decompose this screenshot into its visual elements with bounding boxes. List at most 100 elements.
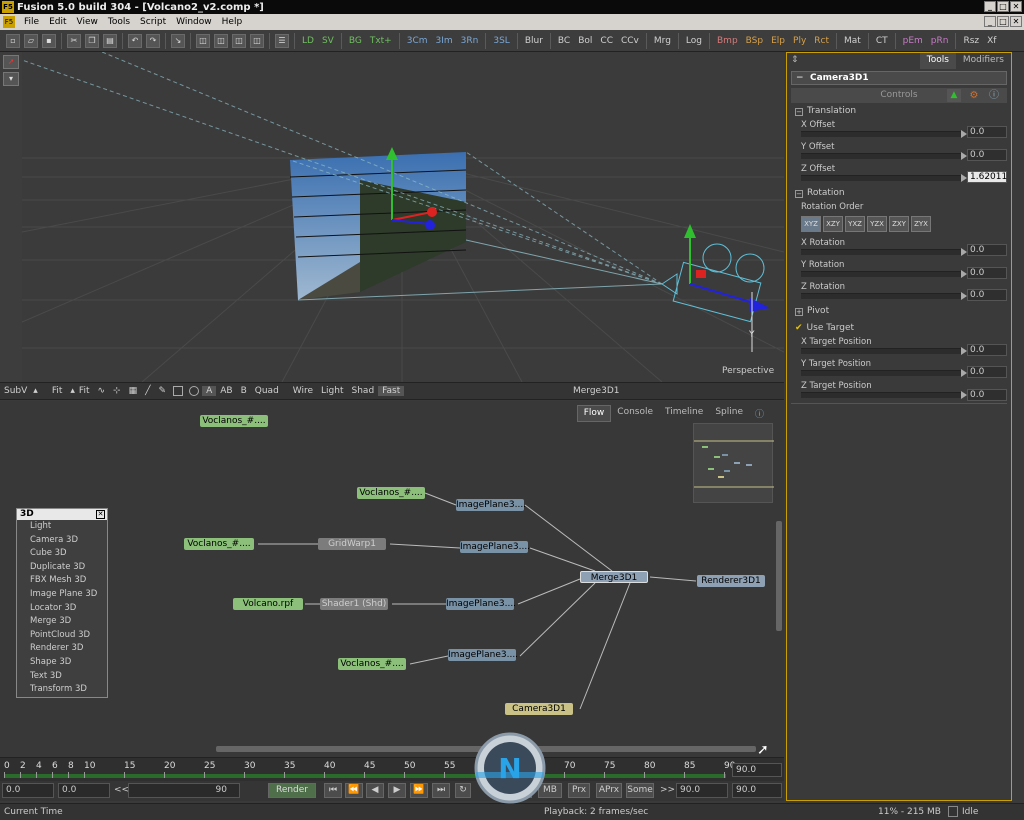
render-start-field[interactable]: 0.0	[58, 783, 110, 798]
menu-3d-item-duplicate[interactable]: Duplicate 3D	[17, 561, 107, 575]
menu-3d-item-imageplane[interactable]: Image Plane 3D	[17, 588, 107, 602]
tool-3cm[interactable]: 3Cm	[404, 36, 431, 46]
select-tool-icon[interactable]: ➚	[3, 55, 19, 69]
tab-modifiers[interactable]: Modifiers	[956, 53, 1011, 69]
doc-close-button[interactable]: ✕	[1010, 16, 1022, 27]
tab-tools[interactable]: Tools	[919, 53, 956, 69]
some-button[interactable]: Some	[626, 783, 654, 798]
menu-tools[interactable]: Tools	[103, 17, 135, 27]
maximize-button[interactable]: □	[997, 1, 1009, 12]
rotation-order-yxz[interactable]: YXZ	[845, 216, 865, 232]
loader-node-1[interactable]: Voclanos_#....	[200, 415, 268, 427]
menu-3d-item-camera[interactable]: Camera 3D	[17, 534, 107, 548]
copy-icon[interactable]: ❐	[85, 33, 99, 48]
menu-3d-item-text[interactable]: Text 3D	[17, 670, 107, 684]
buffer-ab-button[interactable]: AB	[216, 386, 236, 396]
imageplane-node-4[interactable]: ImagePlane3....	[448, 649, 518, 661]
tool-cc[interactable]: CC	[597, 36, 616, 46]
x-offset-field[interactable]: 0.0	[967, 126, 1007, 138]
tool-blur[interactable]: Blur	[522, 36, 546, 46]
roi-icon[interactable]: ⊹	[109, 386, 125, 396]
gradient-icon[interactable]: ▦	[125, 386, 142, 396]
z-rotation-field[interactable]: 0.0	[967, 289, 1007, 301]
play-icon[interactable]: ▶	[388, 783, 406, 798]
tool-ct[interactable]: CT	[873, 36, 891, 46]
global-end-field[interactable]: 90.0	[732, 783, 782, 798]
menu-3d-item-cube[interactable]: Cube 3D	[17, 547, 107, 561]
viewer-menu-icon[interactable]: ▾	[3, 72, 19, 86]
tool-rsz[interactable]: Rsz	[960, 36, 982, 46]
y-rotation-slider[interactable]	[801, 270, 967, 278]
use-target-checkbox[interactable]: ✔ Use Target	[795, 323, 854, 333]
menu-3d-item-shape[interactable]: Shape 3D	[17, 656, 107, 670]
tool-bg[interactable]: BG	[346, 36, 365, 46]
step-forward-icon[interactable]: ⏩	[410, 783, 428, 798]
subview-dropdown[interactable]: SubV	[0, 386, 31, 396]
tool-txt[interactable]: Txt+	[367, 36, 395, 46]
pen-icon[interactable]: ╱	[141, 386, 154, 396]
undo-icon[interactable]: ↶	[128, 33, 142, 48]
3d-viewport[interactable]: Y Perspective	[22, 52, 784, 382]
x-target-field[interactable]: 0.0	[967, 344, 1007, 356]
rotation-order-zyx[interactable]: ZYX	[911, 216, 931, 232]
tool-sv[interactable]: SV	[319, 36, 337, 46]
tool-ccv[interactable]: CCv	[618, 36, 642, 46]
doc-restore-button[interactable]: □	[997, 16, 1009, 27]
y-target-field[interactable]: 0.0	[967, 366, 1007, 378]
auto-proxy-button[interactable]: APrx	[596, 783, 622, 798]
menu-3d-item-light[interactable]: Light	[17, 520, 107, 534]
proxy-button[interactable]: Prx	[568, 783, 590, 798]
z-offset-slider[interactable]	[801, 174, 967, 182]
redo-icon[interactable]: ↷	[146, 33, 160, 48]
loader-node-volcano[interactable]: Volcano.rpf	[233, 598, 303, 610]
shadow-button[interactable]: Shad	[348, 386, 379, 396]
layout-3-icon[interactable]: ◫	[232, 33, 246, 48]
rotation-order-yzx[interactable]: YZX	[867, 216, 887, 232]
gear-icon[interactable]: ⚙	[967, 89, 981, 102]
go-start-icon[interactable]: ⏮	[324, 783, 342, 798]
buffer-a-button[interactable]: A	[202, 386, 217, 396]
menu-3d-item-merge[interactable]: Merge 3D	[17, 615, 107, 629]
menu-view[interactable]: View	[72, 17, 103, 27]
buffer-b-button[interactable]: B	[237, 386, 251, 396]
tool-pem[interactable]: pEm	[900, 36, 926, 46]
section-rotation[interactable]: − Rotation	[795, 188, 845, 198]
paste-icon[interactable]: ▤	[103, 33, 117, 48]
tool-prn[interactable]: pRn	[928, 36, 952, 46]
z-target-field[interactable]: 0.0	[967, 389, 1007, 401]
tool-3im[interactable]: 3Im	[433, 36, 456, 46]
camera3d-node[interactable]: Camera3D1	[505, 703, 573, 715]
list-icon[interactable]: ☰	[275, 33, 289, 48]
imageplane-node-3[interactable]: ImagePlane3....	[446, 598, 516, 610]
renderer3d-node[interactable]: Renderer3D1	[697, 575, 765, 587]
new-icon[interactable]: ▫	[6, 33, 20, 48]
save-icon[interactable]: ▪	[42, 33, 56, 48]
render-end-field[interactable]: 90.0	[676, 783, 728, 798]
menu-3d-item-fbx[interactable]: FBX Mesh 3D	[17, 574, 107, 588]
loader-node-2[interactable]: Voclanos_#....	[357, 487, 425, 499]
section-pivot[interactable]: + Pivot	[795, 306, 829, 316]
layout-1-icon[interactable]: ◫	[196, 33, 210, 48]
tool-mat[interactable]: Mat	[841, 36, 864, 46]
close-button[interactable]: ✕	[1010, 1, 1022, 12]
tool-header[interactable]: − Camera3D1	[791, 71, 1007, 85]
z-offset-field[interactable]: 1.62011	[967, 171, 1007, 183]
range-left-icon[interactable]: <<	[114, 785, 129, 795]
tool-ld[interactable]: LD	[299, 36, 317, 46]
menu-3d-close-button[interactable]: ✕	[96, 510, 105, 519]
info-icon[interactable]: ⓘ	[987, 89, 1001, 102]
circle-icon[interactable]	[189, 386, 200, 396]
tool-ply[interactable]: Ply	[790, 36, 809, 46]
curve-icon[interactable]: ∿	[93, 386, 109, 396]
rotation-order-xzy[interactable]: XZY	[823, 216, 843, 232]
imageplane-node-2[interactable]: ImagePlane3....	[460, 541, 530, 553]
y-offset-slider[interactable]	[801, 152, 967, 160]
transform-icon[interactable]: ▲	[947, 89, 961, 102]
tool-bol[interactable]: Bol	[575, 36, 595, 46]
x-offset-slider[interactable]	[801, 130, 967, 138]
menu-file[interactable]: File	[19, 17, 44, 27]
collapse-icon[interactable]: −	[796, 72, 804, 84]
menu-edit[interactable]: Edit	[44, 17, 71, 27]
rect-icon[interactable]	[173, 386, 184, 396]
play-back-icon[interactable]: ◀	[366, 783, 384, 798]
